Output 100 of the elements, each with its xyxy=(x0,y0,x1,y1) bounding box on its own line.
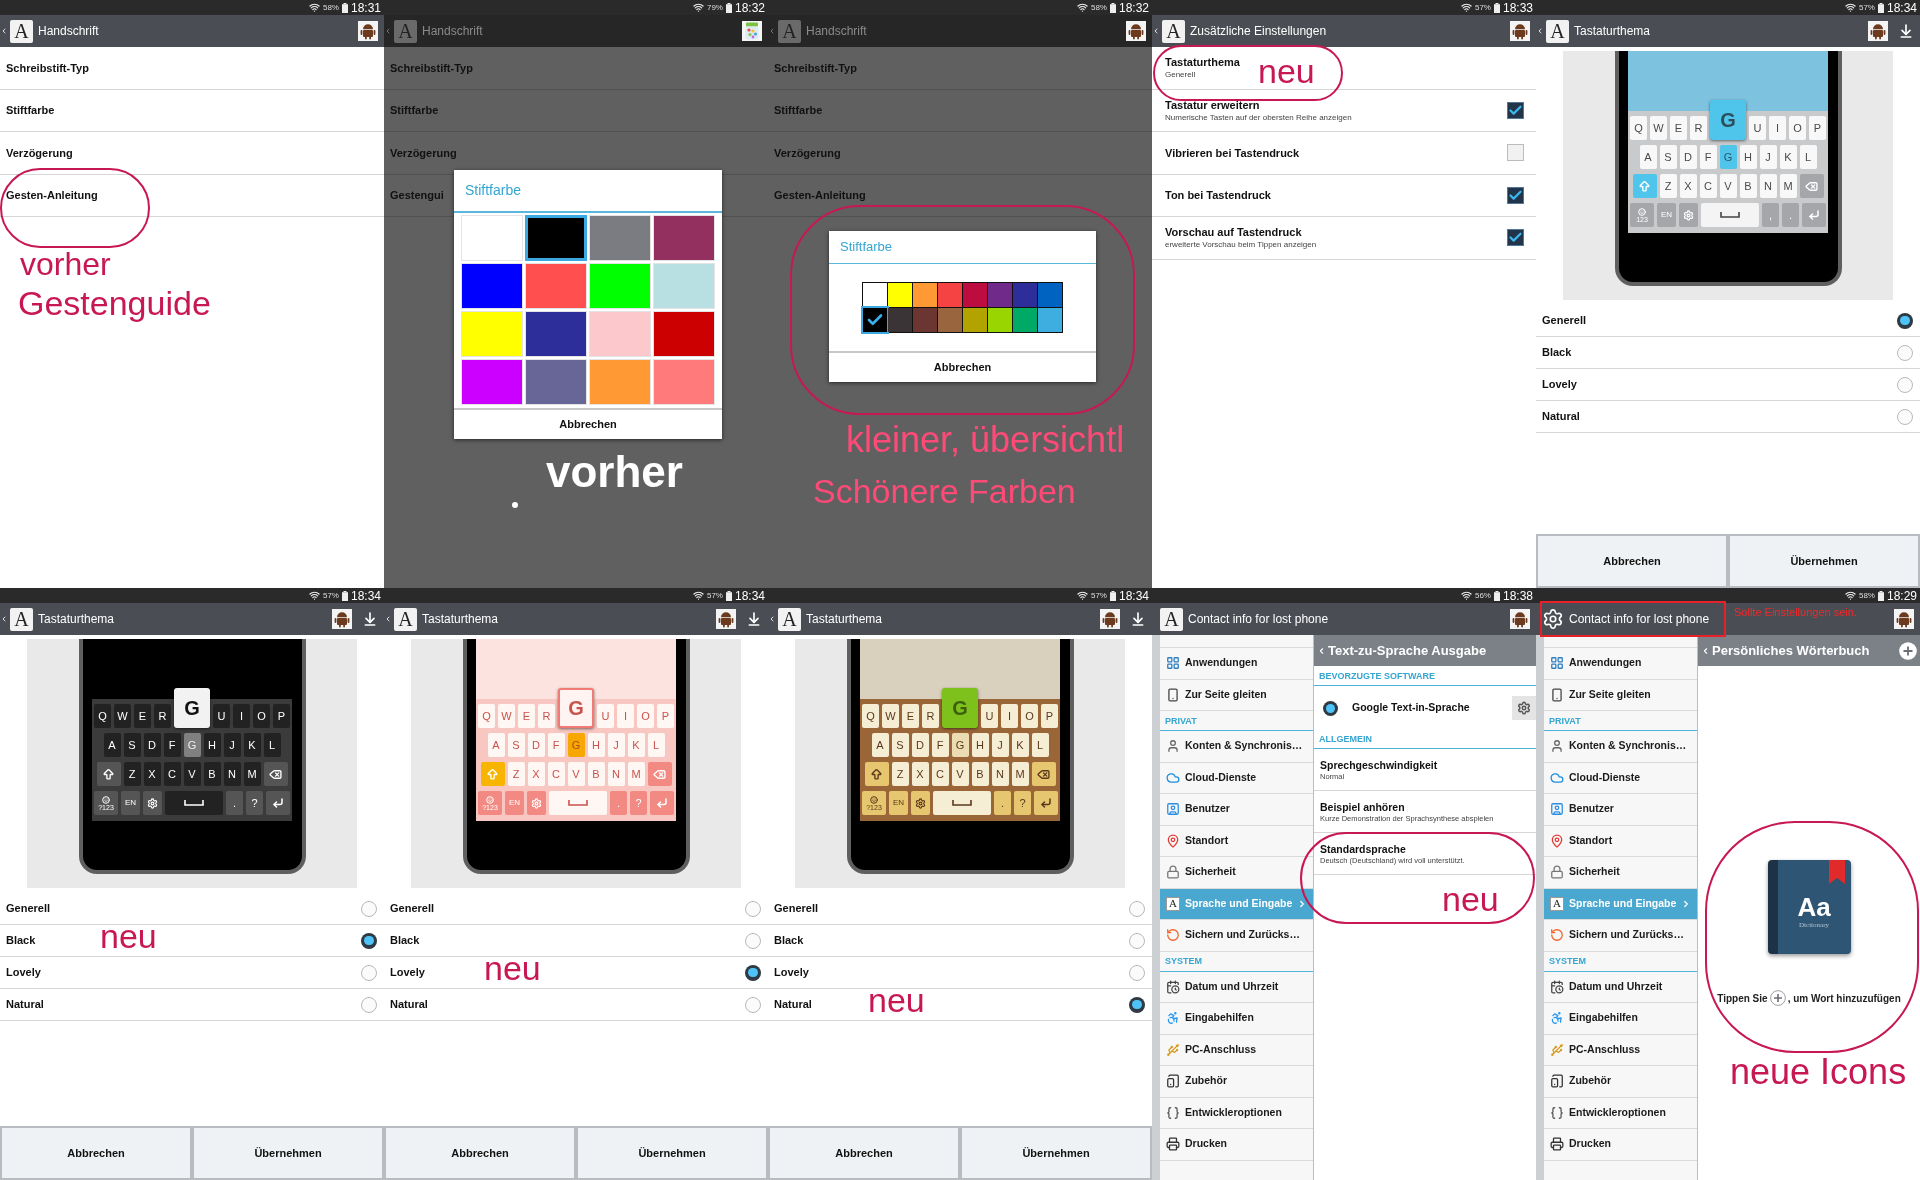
theme-option-label[interactable]: Generell xyxy=(6,900,51,917)
apply-button[interactable]: Übernehmen xyxy=(960,1126,1152,1180)
radio-button[interactable] xyxy=(1323,700,1338,716)
color-swatch-icon[interactable] xyxy=(1038,283,1062,307)
menu-item[interactable]: PC-Anschluss xyxy=(1160,1034,1313,1066)
theme-option-label[interactable]: Lovely xyxy=(774,964,809,981)
radio-button[interactable] xyxy=(361,932,377,949)
cancel-button[interactable]: Abbrechen xyxy=(384,1126,576,1180)
menu-item[interactable]: Eingabehilfen xyxy=(1160,1003,1313,1035)
theme-option-label[interactable]: Generell xyxy=(1542,312,1587,329)
setting-title[interactable]: Vibrieren bei Tastendruck xyxy=(1165,145,1300,160)
menu-item[interactable]: Standort xyxy=(1544,825,1697,857)
color-swatch-icon[interactable] xyxy=(963,308,987,332)
setting-title[interactable]: Tastaturthema xyxy=(1165,55,1240,70)
menu-item[interactable]: Datum und Uhrzeit xyxy=(1160,971,1313,1003)
setting-title[interactable]: Ton bei Tastendruck xyxy=(1165,188,1271,203)
checkbox[interactable] xyxy=(1507,144,1524,162)
apply-button[interactable]: Übernehmen xyxy=(576,1126,768,1180)
color-swatch-icon[interactable] xyxy=(963,283,987,307)
color-swatch-icon[interactable] xyxy=(913,283,937,307)
menu-item[interactable]: Standort xyxy=(1160,825,1313,857)
add-icon[interactable] xyxy=(1769,990,1786,1006)
menu-item[interactable]: Konten & Synchronis… xyxy=(1544,731,1697,763)
setting-title[interactable]: Beispiel anhören xyxy=(1320,799,1405,814)
radio-button[interactable] xyxy=(1897,376,1913,393)
radio-button[interactable] xyxy=(361,964,377,981)
radio-button[interactable] xyxy=(1897,344,1913,361)
list-item[interactable]: Schreibstift-Typ xyxy=(0,47,384,90)
radio-button[interactable] xyxy=(745,932,761,949)
menu-item[interactable]: Zur Seite gleiten xyxy=(1160,679,1313,711)
menu-item[interactable]: Konten & Synchronis… xyxy=(1160,731,1313,763)
list-item[interactable]: Stiftfarbe xyxy=(0,89,384,132)
menu-item[interactable]: A Sprache und Eingabe xyxy=(1160,888,1313,920)
menu-item[interactable]: Eingabehilfen xyxy=(1544,1003,1697,1035)
radio-button[interactable] xyxy=(1129,900,1145,917)
radio-button[interactable] xyxy=(1129,932,1145,949)
radio-button[interactable] xyxy=(1129,996,1145,1013)
theme-option-label[interactable]: Natural xyxy=(774,996,812,1013)
theme-option-label[interactable]: Black xyxy=(6,932,36,949)
radio-button[interactable] xyxy=(361,996,377,1013)
menu-item[interactable]: Anwendungen xyxy=(1544,648,1697,680)
setting-title[interactable]: Sprechgeschwindigkeit xyxy=(1320,757,1438,772)
download-icon[interactable] xyxy=(1898,23,1914,39)
menu-item[interactable]: Zubehör xyxy=(1160,1066,1313,1098)
menu-item[interactable]: Anwendungen xyxy=(1160,648,1313,680)
setting-title[interactable]: Vorschau auf Tastendruck xyxy=(1165,225,1302,240)
color-swatch-icon[interactable] xyxy=(938,283,962,307)
color-swatch-icon[interactable] xyxy=(1013,283,1037,307)
menu-item[interactable]: Entwickleroptionen xyxy=(1160,1097,1313,1129)
menu-item[interactable]: PC-Anschluss xyxy=(1544,1034,1697,1066)
menu-item[interactable]: Entwickleroptionen xyxy=(1544,1097,1697,1129)
color-swatch-icon[interactable] xyxy=(888,308,912,332)
menu-item[interactable]: Sicherheit xyxy=(1160,857,1313,889)
theme-option-label[interactable]: Black xyxy=(1542,344,1572,361)
color-swatch-icon[interactable] xyxy=(988,308,1012,332)
settings-button[interactable] xyxy=(1512,696,1536,720)
menu-item[interactable]: Benutzer xyxy=(1160,794,1313,826)
radio-button[interactable] xyxy=(361,900,377,917)
radio-button[interactable] xyxy=(1129,964,1145,981)
color-swatch-icon[interactable] xyxy=(1013,308,1037,332)
cancel-button[interactable]: Abbrechen xyxy=(454,408,722,439)
checkbox[interactable] xyxy=(1507,229,1524,247)
download-icon[interactable] xyxy=(1130,611,1146,627)
theme-option-label[interactable]: Generell xyxy=(390,900,435,917)
apply-button[interactable]: Übernehmen xyxy=(1728,534,1920,588)
menu-item[interactable]: Drucken xyxy=(1544,1129,1697,1161)
menu-item[interactable]: Cloud-Dienste xyxy=(1160,762,1313,794)
cancel-button[interactable]: Abbrechen xyxy=(829,351,1096,382)
theme-option-label[interactable]: Lovely xyxy=(1542,376,1577,393)
theme-option-label[interactable]: Black xyxy=(390,932,420,949)
engine-name[interactable]: Google Text-in-Sprache xyxy=(1352,700,1470,716)
list-item[interactable]: Verzögerung xyxy=(0,132,384,175)
color-swatch-icon[interactable] xyxy=(525,215,587,261)
theme-option-label[interactable]: Generell xyxy=(774,900,819,917)
checkbox[interactable] xyxy=(1507,101,1524,119)
menu-item[interactable]: Sicherheit xyxy=(1544,857,1697,889)
cancel-button[interactable]: Abbrechen xyxy=(768,1126,960,1180)
download-icon[interactable] xyxy=(362,611,378,627)
menu-item[interactable]: Zubehör xyxy=(1544,1066,1697,1098)
menu-item[interactable]: Datum und Uhrzeit xyxy=(1544,971,1697,1003)
color-swatch-icon[interactable] xyxy=(913,308,937,332)
download-icon[interactable] xyxy=(746,611,762,627)
menu-item[interactable]: A Sprache und Eingabe xyxy=(1544,888,1697,920)
theme-option-label[interactable]: Natural xyxy=(390,996,428,1013)
color-swatch-icon[interactable] xyxy=(1038,308,1062,332)
color-swatch-icon[interactable] xyxy=(988,283,1012,307)
setting-title[interactable]: Tastatur erweitern xyxy=(1165,97,1260,112)
menu-item[interactable]: Sichern und Zurücks… xyxy=(1544,920,1697,952)
color-swatch-icon[interactable] xyxy=(863,308,887,332)
radio-button[interactable] xyxy=(745,996,761,1013)
radio-button[interactable] xyxy=(1897,312,1913,329)
list-item[interactable]: Gesten-Anleitung xyxy=(0,174,384,217)
theme-option-label[interactable]: Natural xyxy=(6,996,44,1013)
color-swatch-icon[interactable] xyxy=(888,283,912,307)
menu-item[interactable]: Drucken xyxy=(1160,1129,1313,1161)
settings-icon[interactable] xyxy=(1542,608,1564,630)
radio-button[interactable] xyxy=(1897,408,1913,425)
theme-option-label[interactable]: Lovely xyxy=(6,964,41,981)
color-swatch-icon[interactable] xyxy=(938,308,962,332)
radio-button[interactable] xyxy=(745,964,761,981)
